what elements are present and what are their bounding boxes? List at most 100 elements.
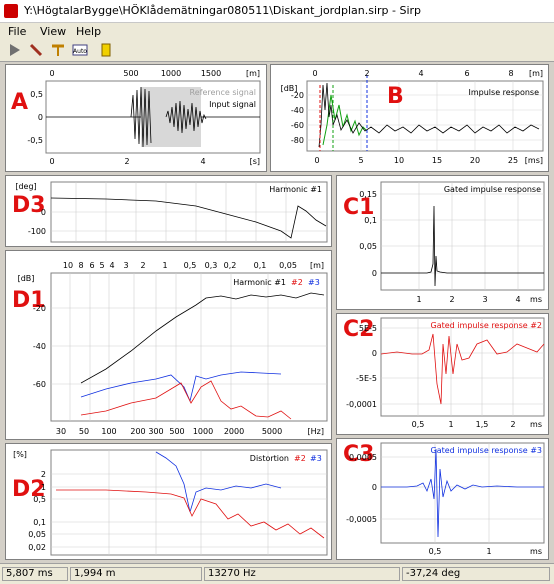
panel-d1-bottom-tick: 50 — [79, 427, 89, 436]
panel-b-y-tick: -80 — [291, 136, 304, 145]
panel-a-top-tick: 1500 — [201, 69, 221, 78]
panel-d2-plot: D2 [%] Distortion #2 #3 2 1 0,5 0,1 0,05… — [12, 449, 328, 556]
auto-icon[interactable]: Auto — [72, 42, 88, 58]
panel-d1-top-tick: 2 — [140, 261, 145, 270]
play-icon[interactable] — [7, 42, 23, 58]
panel-d1-bottom-tick: 1000 — [193, 427, 213, 436]
panel-c1-legend: Gated impulse response — [444, 185, 541, 194]
panel-c2-x-tick: 1 — [448, 420, 453, 429]
panel-d2-y-tick: 0,5 — [33, 495, 46, 504]
panel-b-bottom-tick: 25 — [508, 156, 518, 165]
panel-c1-x-tick: 2 — [449, 295, 454, 304]
status-phase: -37,24 deg — [402, 567, 550, 581]
panel-b-label: B — [387, 84, 404, 109]
panel-a: A Reference signal Input signal [m] [s] … — [5, 64, 267, 172]
panel-d1-y-unit: [dB] — [18, 274, 35, 283]
pen-icon[interactable] — [28, 42, 44, 58]
panel-b-bottom-unit: [ms] — [525, 156, 543, 165]
panel-d1-bottom-tick: 300 — [148, 427, 163, 436]
panel-b-y-tick: -40 — [291, 106, 304, 115]
panel-a-bottom-tick: 0 — [49, 157, 54, 166]
panel-c2: C2 Gated impulse response #2 5E-5 0 -5E-… — [336, 313, 549, 435]
menu-view[interactable]: View — [40, 25, 66, 38]
panel-d1-top-unit: [m] — [310, 261, 324, 270]
panel-c1-x-tick: 1 — [416, 295, 421, 304]
panel-c2-x-unit: ms — [530, 420, 542, 429]
panel-c2-legend: Gated impulse response #2 — [431, 321, 542, 330]
panel-c3-frame — [380, 442, 545, 544]
panel-c2-y-tick: 0 — [372, 349, 377, 358]
panel-c3: C3 Gated impulse response #3 0,0005 0 -0… — [336, 438, 549, 560]
menu-bar: File View Help — [0, 23, 554, 39]
panel-c1: C1 Gated impulse response 0,15 0,1 0,05 … — [336, 175, 549, 310]
panel-a-top-tick: 0 — [49, 69, 54, 78]
panel-d2-legend-main: Distortion — [250, 454, 289, 463]
panel-d1-legend-h2: #2 — [291, 278, 303, 287]
panel-a-y-tick: 0,5 — [30, 90, 43, 99]
battery-icon[interactable] — [98, 42, 114, 58]
panel-d1-top-tick: 4 — [109, 261, 114, 270]
panel-d2-y-tick: 0,05 — [28, 530, 46, 539]
panel-c3-plot: C3 Gated impulse response #3 0,0005 0 -0… — [343, 442, 545, 556]
panel-c2-y-tick: 5E-5 — [359, 324, 377, 333]
panel-c3-y-tick: 0 — [372, 483, 377, 492]
status-time: 5,807 ms — [2, 567, 68, 581]
panel-a-top-tick: 1000 — [161, 69, 181, 78]
panel-d1-top-tick: 3 — [123, 261, 128, 270]
menu-help[interactable]: Help — [76, 25, 101, 38]
auto-icon-label: Auto — [73, 48, 87, 55]
panel-d1-top-tick: 1 — [162, 261, 167, 270]
panel-d2-frame — [50, 449, 328, 556]
panel-b-top-tick: 4 — [418, 69, 423, 78]
panel-d1-plot: D1 [dB] [m] [Hz] Harmonic #1 #2 #3 10 8 … — [12, 261, 328, 436]
panel-d1-top-tick: 0,2 — [224, 261, 237, 270]
panel-c1-frame — [380, 181, 545, 291]
panel-c2-frame — [380, 317, 545, 417]
panel-d1-top-tick: 5 — [99, 261, 104, 270]
panel-a-y-tick: 0 — [38, 113, 43, 122]
panel-c1-x-tick: 4 — [515, 295, 520, 304]
menu-file[interactable]: File — [8, 25, 26, 38]
panel-c3-y-tick: 0,0005 — [349, 453, 377, 462]
panel-a-plot: A Reference signal Input signal [m] [s] … — [11, 69, 261, 166]
panel-c3-x-tick: 1 — [486, 547, 491, 556]
panel-d1-y-tick: -40 — [33, 342, 46, 351]
panel-a-top-unit: [m] — [246, 69, 260, 78]
panel-d1-y-tick: -60 — [33, 380, 46, 389]
panel-c2-x-tick: 0,5 — [412, 420, 425, 429]
panel-d1-legend-main: Harmonic #1 — [233, 278, 286, 287]
panel-d1-bottom-tick: 100 — [101, 427, 116, 436]
panel-d1-bottom-tick: 500 — [169, 427, 184, 436]
panel-c2-y-tick: -0,0001 — [346, 400, 377, 409]
panel-b-y-tick: -60 — [291, 121, 304, 130]
panel-c1-x-unit: ms — [530, 295, 542, 304]
panel-d3-y-unit: [deg] — [15, 182, 36, 191]
panel-d3-y-tick: -100 — [28, 227, 46, 236]
panel-d1-top-tick: 0,5 — [184, 261, 197, 270]
panel-d3-plot: D3 [deg] Harmonic #1 0 -100 — [12, 181, 328, 243]
panel-d1-top-tick: 8 — [78, 261, 83, 270]
panel-d1-bottom-tick: 30 — [56, 427, 66, 436]
panel-d2-legend-h3: #3 — [310, 454, 322, 463]
panel-b-top-tick: 2 — [364, 69, 369, 78]
panel-c1-x-tick: 3 — [482, 295, 487, 304]
panel-c3-x-unit: ms — [530, 547, 542, 556]
panel-c1-y-tick: 0 — [372, 269, 377, 278]
panel-d1-top-ticks: 10 8 6 5 4 3 2 1 0,5 0,3 0,2 0,1 0,05 — [63, 261, 297, 270]
panel-b: B Impulse response [dB] [m] [ms] 0 2 4 6… — [270, 64, 549, 172]
panel-a-label: A — [11, 90, 28, 115]
status-frequency: 13270 Hz — [204, 567, 400, 581]
panel-b-bottom-tick: 20 — [470, 156, 480, 165]
marker-icon[interactable] — [50, 42, 66, 58]
panel-d2-y-tick: 0,1 — [33, 518, 46, 527]
panel-d1-top-tick: 6 — [89, 261, 94, 270]
panel-b-bottom-tick: 10 — [394, 156, 404, 165]
panel-a-bottom-unit: [s] — [250, 157, 260, 166]
panel-c1-y-tick: 0,1 — [364, 216, 377, 225]
panel-b-legend: Impulse response — [469, 88, 540, 97]
panel-d2-y-tick: 1 — [41, 483, 46, 492]
panel-d1-y-tick: -20 — [33, 304, 46, 313]
panel-b-top-tick: 8 — [508, 69, 513, 78]
panel-a-legend-reference: Reference signal — [190, 88, 257, 97]
panel-c1-plot: C1 Gated impulse response 0,15 0,1 0,05 … — [343, 181, 545, 304]
